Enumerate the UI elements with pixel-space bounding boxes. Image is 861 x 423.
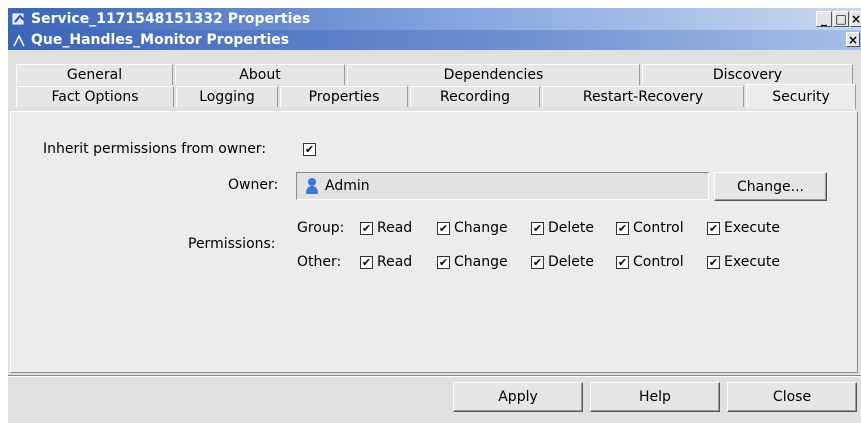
permission-label: Read [377, 254, 413, 270]
permission-label: Change [454, 220, 508, 236]
permissions-label: Permissions: [188, 236, 276, 252]
owner-label: Owner: [228, 177, 279, 193]
other-control[interactable]: ✔ Control [616, 254, 684, 270]
other-delete-checkbox[interactable]: ✔ [531, 255, 544, 269]
group-control-checkbox[interactable]: ✔ [616, 221, 629, 235]
group-read-checkbox[interactable]: ✔ [360, 221, 373, 235]
tab-label: Restart-Recovery [582, 89, 704, 105]
permission-label: Control [633, 220, 684, 236]
button-label: Change... [737, 178, 804, 195]
permission-label: Delete [548, 254, 594, 270]
close-button[interactable]: Close [727, 382, 857, 412]
permission-label: Delete [548, 220, 594, 236]
permission-label: Change [454, 254, 508, 270]
tab-fact-options[interactable]: Fact Options [16, 86, 174, 107]
tab-discovery[interactable]: Discovery [642, 64, 853, 85]
group-execute-checkbox[interactable]: ✔ [707, 221, 720, 235]
tab-label: Dependencies [443, 67, 544, 83]
tab-logging[interactable]: Logging [176, 86, 278, 107]
tab-label: Logging [199, 89, 255, 105]
tab-label: Recording [439, 89, 511, 105]
apply-button[interactable]: Apply [453, 382, 583, 412]
close-icon: × [850, 12, 861, 26]
tab-dependencies[interactable]: Dependencies [347, 64, 640, 85]
tab-recording[interactable]: Recording [410, 86, 540, 107]
button-label: Close [772, 389, 812, 405]
tab-label: Discovery [712, 67, 783, 83]
owner-field: Admin [296, 172, 709, 200]
window-title: Service_1171548151332 Properties [31, 11, 311, 27]
other-change-checkbox[interactable]: ✔ [437, 255, 450, 269]
group-delete-checkbox[interactable]: ✔ [531, 221, 544, 235]
permission-label: Execute [724, 220, 780, 236]
tab-label: General [66, 67, 123, 83]
inherit-label: Inherit permissions from owner: [43, 141, 267, 157]
footer-separator [8, 375, 861, 377]
group-change-checkbox[interactable]: ✔ [437, 221, 450, 235]
service-icon [12, 13, 25, 24]
group-label: Group: [297, 220, 345, 236]
group-change[interactable]: ✔ Change [437, 220, 508, 236]
group-read[interactable]: ✔ Read [360, 220, 412, 236]
other-delete[interactable]: ✔ Delete [531, 254, 594, 270]
other-execute[interactable]: ✔ Execute [707, 254, 780, 270]
tab-label: Properties [308, 89, 380, 105]
inherit-checkbox[interactable]: ✔ [303, 143, 316, 156]
close-icon: × [847, 32, 859, 47]
monitor-icon [13, 33, 25, 46]
group-execute[interactable]: ✔ Execute [707, 220, 780, 236]
window-title-bar[interactable]: Service_1171548151332 Properties [8, 8, 861, 30]
permission-label: Execute [724, 254, 780, 270]
tab-general[interactable]: General [16, 64, 173, 85]
tab-security[interactable]: Security [746, 84, 856, 109]
other-control-checkbox[interactable]: ✔ [616, 255, 629, 269]
other-label: Other: [297, 254, 342, 270]
tab-properties[interactable]: Properties [280, 86, 408, 107]
permission-label: Control [633, 254, 684, 270]
help-button[interactable]: Help [590, 382, 720, 412]
other-read-checkbox[interactable]: ✔ [360, 255, 373, 269]
minimize-icon: _ [821, 12, 827, 26]
tab-label: Fact Options [51, 89, 139, 105]
group-delete[interactable]: ✔ Delete [531, 220, 594, 236]
button-label: Help [639, 389, 671, 405]
tab-about[interactable]: About [175, 64, 345, 85]
tab-label: Security [772, 89, 830, 105]
other-execute-checkbox[interactable]: ✔ [707, 255, 720, 269]
dialog-title-bar[interactable]: Que_Handles_Monitor Properties [8, 30, 861, 50]
group-control[interactable]: ✔ Control [616, 220, 684, 236]
other-change[interactable]: ✔ Change [437, 254, 508, 270]
other-read[interactable]: ✔ Read [360, 254, 412, 270]
tab-label: About [239, 67, 281, 83]
button-label: Apply [498, 389, 538, 405]
dialog-title: Que_Handles_Monitor Properties [31, 32, 290, 48]
close-dialog-button[interactable]: × [846, 32, 860, 47]
tab-restart-recovery[interactable]: Restart-Recovery [542, 86, 744, 107]
maximize-button[interactable]: □ [833, 11, 849, 27]
change-owner-button[interactable]: Change... [714, 172, 827, 201]
owner-value: Admin [325, 178, 370, 194]
user-icon [306, 178, 318, 194]
maximize-icon: □ [835, 12, 847, 26]
minimize-button[interactable]: _ [816, 11, 832, 27]
permission-label: Read [377, 220, 413, 236]
close-window-button[interactable]: × [850, 11, 861, 27]
